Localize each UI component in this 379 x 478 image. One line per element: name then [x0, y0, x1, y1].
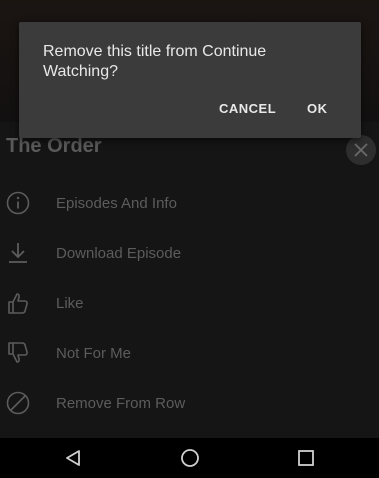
menu-item-label: Download Episode	[56, 244, 182, 262]
back-button[interactable]	[63, 448, 83, 468]
confirm-remove-dialog: Remove this title from Continue Watching…	[19, 22, 361, 138]
thumbs-up-icon	[5, 290, 31, 316]
title-action-sheet: The Order Episodes And Info Download Epi…	[0, 122, 379, 438]
recents-icon	[298, 450, 314, 466]
cancel-button[interactable]: CANCEL	[219, 101, 276, 116]
menu-item-remove-from-row[interactable]: Remove From Row	[0, 378, 379, 428]
menu-item-episodes-and-info[interactable]: Episodes And Info	[0, 178, 379, 228]
home-button[interactable]	[180, 448, 200, 468]
thumbs-down-icon	[5, 340, 31, 366]
info-icon	[5, 190, 31, 216]
recents-button[interactable]	[296, 448, 316, 468]
dialog-message: Remove this title from Continue Watching…	[43, 43, 267, 80]
block-icon	[5, 390, 31, 416]
menu-item-download-episode[interactable]: Download Episode	[0, 228, 379, 278]
menu-item-label: Remove From Row	[56, 394, 186, 412]
back-icon	[66, 450, 80, 466]
system-navigation-bar	[0, 438, 379, 478]
menu-item-label: Not For Me	[56, 344, 132, 362]
menu-item-label: Like	[56, 294, 84, 312]
menu-item-not-for-me[interactable]: Not For Me	[0, 328, 379, 378]
sheet-title: The Order	[6, 135, 102, 157]
download-icon	[5, 240, 31, 266]
close-button[interactable]	[346, 135, 376, 165]
ok-button[interactable]: OK	[307, 101, 328, 116]
home-icon	[181, 449, 199, 467]
close-icon	[354, 143, 368, 157]
menu-item-like[interactable]: Like	[0, 278, 379, 328]
menu-item-label: Episodes And Info	[56, 194, 177, 212]
